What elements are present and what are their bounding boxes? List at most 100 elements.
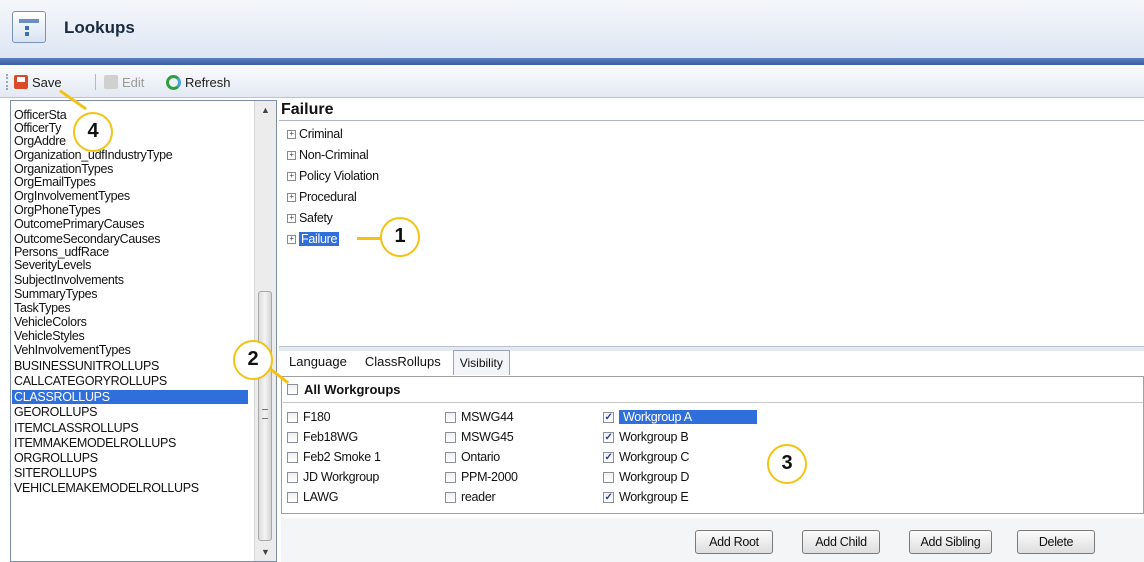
toolbar-grip[interactable] <box>6 74 10 90</box>
workgroup-label: Workgroup C <box>619 450 690 464</box>
workgroup-checkbox[interactable]: MSWG44 <box>445 409 514 425</box>
list-item[interactable]: VEHICLEMAKEMODELROLLUPS <box>14 481 199 495</box>
tab-language[interactable]: Language <box>283 350 353 374</box>
refresh-button[interactable]: Refresh <box>166 71 231 93</box>
tree-node[interactable]: + Procedural <box>287 189 357 205</box>
workgroup-label: Feb18WG <box>303 430 358 444</box>
list-item[interactable]: OutcomePrimaryCauses <box>14 217 144 231</box>
checkbox-box[interactable] <box>445 451 456 463</box>
list-item[interactable]: ITEMCLASSROLLUPS <box>14 421 139 435</box>
checkmark-icon[interactable]: ✓ <box>603 491 614 503</box>
list-item[interactable]: OfficerSta <box>14 108 67 122</box>
list-item[interactable]: OutcomeSecondaryCauses <box>14 232 161 246</box>
tree-expand-icon[interactable]: + <box>287 171 296 181</box>
edit-button[interactable]: Edit <box>104 71 144 93</box>
tree-node-label[interactable]: Procedural <box>299 190 357 204</box>
list-item[interactable]: SeverityLevels <box>14 258 91 272</box>
list-item[interactable]: SITEROLLUPS <box>14 466 97 480</box>
list-item[interactable]: OrganizationTypes <box>14 162 113 176</box>
add-root-button[interactable]: Add Root <box>695 530 773 554</box>
scroll-thumb[interactable] <box>258 291 272 541</box>
delete-button[interactable]: Delete <box>1017 530 1095 554</box>
tree-node[interactable]: + Safety <box>287 210 333 226</box>
workgroup-checkbox[interactable]: Ontario <box>445 449 500 465</box>
list-item[interactable]: OrgPhoneTypes <box>14 203 101 217</box>
tree-node[interactable]: + Failure <box>287 231 340 247</box>
checkbox-box[interactable] <box>287 491 298 503</box>
workgroup-checkbox[interactable]: reader <box>445 489 496 505</box>
tab-visibility[interactable]: Visibility <box>452 350 510 375</box>
checkmark-icon[interactable]: ✓ <box>603 451 614 463</box>
checkbox-box[interactable] <box>287 411 298 423</box>
tree-node-label[interactable]: Non-Criminal <box>299 148 369 162</box>
workgroup-checkbox[interactable]: PPM-2000 <box>445 469 518 485</box>
all-workgroups-checkbox[interactable]: All Workgroups <box>287 382 401 397</box>
checkbox-box[interactable] <box>445 491 456 503</box>
all-workgroups-check[interactable] <box>287 384 298 395</box>
scroll-down-arrow-icon[interactable]: ▼ <box>255 543 276 561</box>
workgroup-checkbox[interactable]: LAWG <box>287 489 338 505</box>
workgroup-checkbox[interactable]: ✓ Workgroup B <box>603 429 689 445</box>
tree-expand-icon[interactable]: + <box>287 192 296 202</box>
tree-expand-icon[interactable]: + <box>287 129 296 139</box>
list-item[interactable]: OfficerTy <box>14 121 61 135</box>
tree-expand-icon[interactable]: + <box>287 150 296 160</box>
tree-node-label[interactable]: Failure <box>299 232 340 246</box>
checkmark-icon[interactable]: ✓ <box>603 431 614 443</box>
toolbar: Save Edit Refresh <box>0 65 1144 98</box>
list-item[interactable]: OrgAddre <box>14 134 66 148</box>
add-child-button[interactable]: Add Child <box>802 530 880 554</box>
list-item[interactable]: CALLCATEGORYROLLUPS <box>14 374 167 388</box>
workgroup-label: LAWG <box>303 490 339 504</box>
checkbox-box[interactable] <box>445 471 456 483</box>
scroll-up-arrow-icon[interactable]: ▲ <box>255 101 276 119</box>
workgroup-checkbox[interactable]: F180 <box>287 409 331 425</box>
list-item[interactable]: OrgInvolvementTypes <box>14 189 130 203</box>
tree-expand-icon[interactable]: + <box>287 234 296 244</box>
workgroup-checkbox[interactable]: Workgroup D <box>603 469 689 485</box>
list-item[interactable]: OrgEmailTypes <box>14 175 96 189</box>
title-divider <box>0 58 1144 65</box>
workgroup-checkbox[interactable]: ✓ Workgroup A <box>603 409 757 425</box>
tab-classrollups[interactable]: ClassRollups <box>359 350 447 374</box>
list-item[interactable]: VehicleStyles <box>14 329 85 343</box>
tree-expand-icon[interactable]: + <box>287 213 296 223</box>
checkbox-box[interactable] <box>287 451 298 463</box>
workgroup-checkbox[interactable]: ✓ Workgroup C <box>603 449 689 465</box>
checkbox-box[interactable] <box>287 431 298 443</box>
list-item[interactable]: TaskTypes <box>14 301 71 315</box>
list-scrollbar[interactable]: ▲ ▼ <box>254 101 276 561</box>
list-item[interactable]: ORGROLLUPS <box>14 451 98 465</box>
tree-node-label[interactable]: Criminal <box>299 127 343 141</box>
add-sibling-button[interactable]: Add Sibling <box>909 530 992 554</box>
list-item[interactable]: SummaryTypes <box>14 287 98 301</box>
checkmark-icon[interactable]: ✓ <box>603 411 614 423</box>
checkbox-box[interactable] <box>603 471 614 483</box>
workgroup-checkbox[interactable]: JD Workgroup <box>287 469 379 485</box>
list-item[interactable]: VehInvolvementTypes <box>14 343 131 357</box>
list-item[interactable]: VehicleColors <box>14 315 87 329</box>
tree-node[interactable]: + Non-Criminal <box>287 147 369 163</box>
checkbox-box[interactable] <box>287 471 298 483</box>
tree-node-label[interactable]: Policy Violation <box>299 169 379 183</box>
list-item[interactable]: CLASSROLLUPS <box>12 390 248 404</box>
checkbox-box[interactable] <box>445 431 456 443</box>
workgroup-checkbox[interactable]: Feb18WG <box>287 429 358 445</box>
workgroup-label: JD Workgroup <box>303 470 380 484</box>
workgroup-checkbox[interactable]: ✓ Workgroup E <box>603 489 689 505</box>
workgroup-label: MSWG45 <box>461 430 514 444</box>
list-item[interactable]: SubjectInvolvements <box>14 273 124 287</box>
list-item[interactable]: Persons_udfRace <box>14 245 109 259</box>
list-item[interactable]: ITEMMAKEMODELROLLUPS <box>14 436 176 450</box>
list-item[interactable]: BUSINESSUNITROLLUPS <box>14 359 159 373</box>
tree-node-label[interactable]: Safety <box>299 211 333 225</box>
tree-node[interactable]: + Criminal <box>287 126 343 142</box>
list-item[interactable]: GEOROLLUPS <box>14 405 97 419</box>
checkbox-box[interactable] <box>445 411 456 423</box>
workgroup-checkbox[interactable]: MSWG45 <box>445 429 514 445</box>
workgroup-checkbox[interactable]: Feb2 Smoke 1 <box>287 449 381 465</box>
save-button[interactable]: Save <box>14 71 62 93</box>
lookup-list[interactable]: OfficerSta OfficerTy OrgAddre Organization_… <box>10 100 277 562</box>
tree-node[interactable]: + Policy Violation <box>287 168 379 184</box>
workgroup-label: reader <box>461 490 496 504</box>
